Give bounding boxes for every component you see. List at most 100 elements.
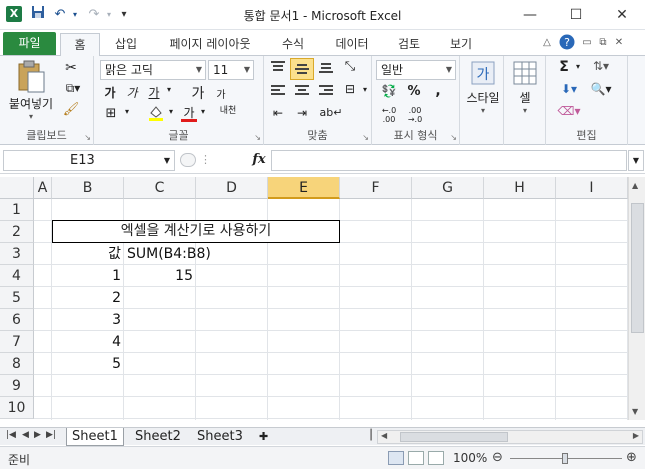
column-header-h[interactable]: H xyxy=(484,177,556,199)
worksheet-grid[interactable]: ABCDEFGHI 1 2 3 4 5 6 7 8 9 10 엑셀을 계산기로 사용하기 값 SU… xyxy=(0,177,628,420)
column-header-f[interactable]: F xyxy=(340,177,412,199)
name-box-dropdown-icon[interactable]: ▼ xyxy=(164,151,170,170)
scroll-left-icon[interactable]: ◀ xyxy=(381,431,387,440)
cell-b4[interactable]: 1 xyxy=(52,265,124,287)
column-header-c[interactable]: C xyxy=(124,177,196,199)
tab-formulas[interactable]: 수식 xyxy=(274,33,312,56)
font-name-select[interactable]: 맑은 고딕 ▼ xyxy=(100,60,206,80)
zoom-out-icon[interactable]: ⊖ xyxy=(492,450,503,465)
minimize-icon[interactable]: — xyxy=(507,0,553,30)
row-header-6[interactable]: 6 xyxy=(0,309,34,331)
prev-sheet-icon[interactable]: ◀ xyxy=(22,430,29,440)
cells-button[interactable]: 셀 ▾ xyxy=(508,60,542,122)
font-launcher-icon[interactable]: ↘ xyxy=(254,133,261,142)
decrease-indent-icon[interactable]: ⇤ xyxy=(268,106,288,124)
autosum-icon[interactable]: Σ xyxy=(556,59,572,77)
orientation-icon[interactable]: ⤡ xyxy=(340,59,360,79)
borders-icon[interactable]: ⊞ xyxy=(102,106,120,121)
maximize-icon[interactable]: ☐ xyxy=(553,0,599,30)
normal-view-icon[interactable] xyxy=(388,451,404,465)
tab-review[interactable]: 검토 xyxy=(390,33,428,56)
clipboard-launcher-icon[interactable]: ↘ xyxy=(84,133,91,142)
collapse-ribbon-icon[interactable]: △ xyxy=(540,34,554,52)
name-box[interactable]: E13 ▼ xyxy=(3,150,175,171)
close-icon[interactable]: ✕ xyxy=(599,0,645,30)
row-header-2[interactable]: 2 xyxy=(0,221,34,243)
align-right-icon[interactable] xyxy=(316,84,336,102)
sort-filter-icon[interactable]: ⇅▾ xyxy=(586,59,616,77)
vertical-scrollbar[interactable]: ▲ ▼ xyxy=(628,177,645,420)
insert-function-button[interactable]: fx xyxy=(249,150,269,170)
grow-font-button[interactable]: 가 xyxy=(190,83,206,103)
merge-dropdown-icon[interactable]: ▾ xyxy=(360,85,370,94)
sheet-tab-1[interactable]: Sheet1 xyxy=(66,428,124,446)
phonetic-button[interactable]: 내천 xyxy=(214,106,242,116)
row-header-10[interactable]: 10 xyxy=(0,397,34,419)
page-layout-view-icon[interactable] xyxy=(408,451,424,465)
cell-b5[interactable]: 2 xyxy=(52,287,124,309)
formula-input[interactable] xyxy=(271,150,627,171)
row-header-5[interactable]: 5 xyxy=(0,287,34,309)
scroll-down-icon[interactable]: ▼ xyxy=(632,407,638,416)
page-break-view-icon[interactable] xyxy=(428,451,444,465)
font-size-select[interactable]: 11 ▼ xyxy=(208,60,254,80)
font-color-dropdown-icon[interactable]: ▾ xyxy=(198,107,208,116)
zoom-level[interactable]: 100% xyxy=(453,451,487,465)
copy-icon[interactable]: ⧉▾ xyxy=(60,81,86,99)
column-header-b[interactable]: B xyxy=(52,177,124,199)
alignment-launcher-icon[interactable]: ↘ xyxy=(362,133,369,142)
wrap-text-icon[interactable]: ab↵ xyxy=(318,106,344,124)
find-select-icon[interactable]: 🔍▾ xyxy=(586,82,616,100)
cell-b7[interactable]: 4 xyxy=(52,331,124,353)
underline-button[interactable]: 가 xyxy=(146,84,162,101)
tab-insert[interactable]: 삽입 xyxy=(106,33,146,56)
last-sheet-icon[interactable]: ▶| xyxy=(46,430,56,440)
doc-minimize-icon[interactable]: ▭ xyxy=(580,34,594,52)
tab-split-handle[interactable]: ┃ xyxy=(368,430,374,441)
expand-formula-bar-icon[interactable]: ▼ xyxy=(628,150,644,171)
zoom-in-icon[interactable]: ⊕ xyxy=(626,450,637,465)
doc-restore-icon[interactable]: ⧉ xyxy=(596,34,610,52)
cell-b8[interactable]: 5 xyxy=(52,353,124,375)
row-header-8[interactable]: 8 xyxy=(0,353,34,375)
align-center-icon[interactable] xyxy=(292,84,312,102)
row-header-1[interactable]: 1 xyxy=(0,199,34,221)
next-sheet-icon[interactable]: ▶ xyxy=(34,430,41,440)
tab-view[interactable]: 보기 xyxy=(442,33,480,56)
help-icon[interactable]: ? xyxy=(558,34,576,52)
clear-icon[interactable]: ⌫▾ xyxy=(554,104,584,122)
borders-dropdown-icon[interactable]: ▾ xyxy=(122,107,132,116)
insert-sheet-icon[interactable]: ✚ xyxy=(254,428,273,446)
horizontal-scroll-thumb[interactable] xyxy=(400,432,508,442)
fill-color-dropdown-icon[interactable]: ▾ xyxy=(166,107,176,116)
tab-page-layout[interactable]: 페이지 레이아웃 xyxy=(160,33,260,56)
underline-dropdown-icon[interactable]: ▾ xyxy=(164,85,174,94)
cell-b3[interactable]: 값 xyxy=(52,243,124,265)
autosum-dropdown-icon[interactable]: ▾ xyxy=(573,62,583,71)
sheet-tab-2[interactable]: Sheet2 xyxy=(130,428,186,446)
cell-c4[interactable]: 15 xyxy=(124,265,196,287)
zoom-slider-thumb[interactable] xyxy=(562,453,568,464)
percent-style-icon[interactable]: % xyxy=(404,84,424,102)
cut-icon[interactable]: ✂ xyxy=(62,60,80,78)
number-launcher-icon[interactable]: ↘ xyxy=(450,133,457,142)
increase-indent-icon[interactable]: ⇥ xyxy=(292,106,312,124)
styles-button[interactable]: 가 스타일 ▾ xyxy=(464,60,502,122)
tab-data[interactable]: 데이터 xyxy=(326,33,378,56)
paste-button[interactable]: 붙여넣기 ▾ xyxy=(6,60,56,122)
format-painter-icon[interactable]: 🖌 xyxy=(62,102,80,120)
horizontal-scrollbar[interactable]: ◀ ▶ xyxy=(377,430,643,444)
row-header-3[interactable]: 3 xyxy=(0,243,34,265)
shrink-font-button[interactable]: 가 xyxy=(214,86,228,101)
accounting-format-icon[interactable]: 💱 xyxy=(376,84,402,102)
column-header-e[interactable]: E xyxy=(268,177,340,199)
sheet-tab-3[interactable]: Sheet3 xyxy=(192,428,248,446)
column-header-g[interactable]: G xyxy=(412,177,484,199)
tab-file[interactable]: 파일 xyxy=(3,32,56,55)
decrease-decimal-icon[interactable]: .00 →.0 xyxy=(402,106,428,124)
formula-bar-resize-handle[interactable] xyxy=(180,153,196,167)
number-format-select[interactable]: 일반 ▼ xyxy=(376,60,456,80)
cell-c3[interactable]: SUM(B4:B8) xyxy=(124,243,268,265)
align-top-icon[interactable] xyxy=(268,60,288,80)
title-cell-merged[interactable]: 엑셀을 계산기로 사용하기 xyxy=(52,220,340,243)
